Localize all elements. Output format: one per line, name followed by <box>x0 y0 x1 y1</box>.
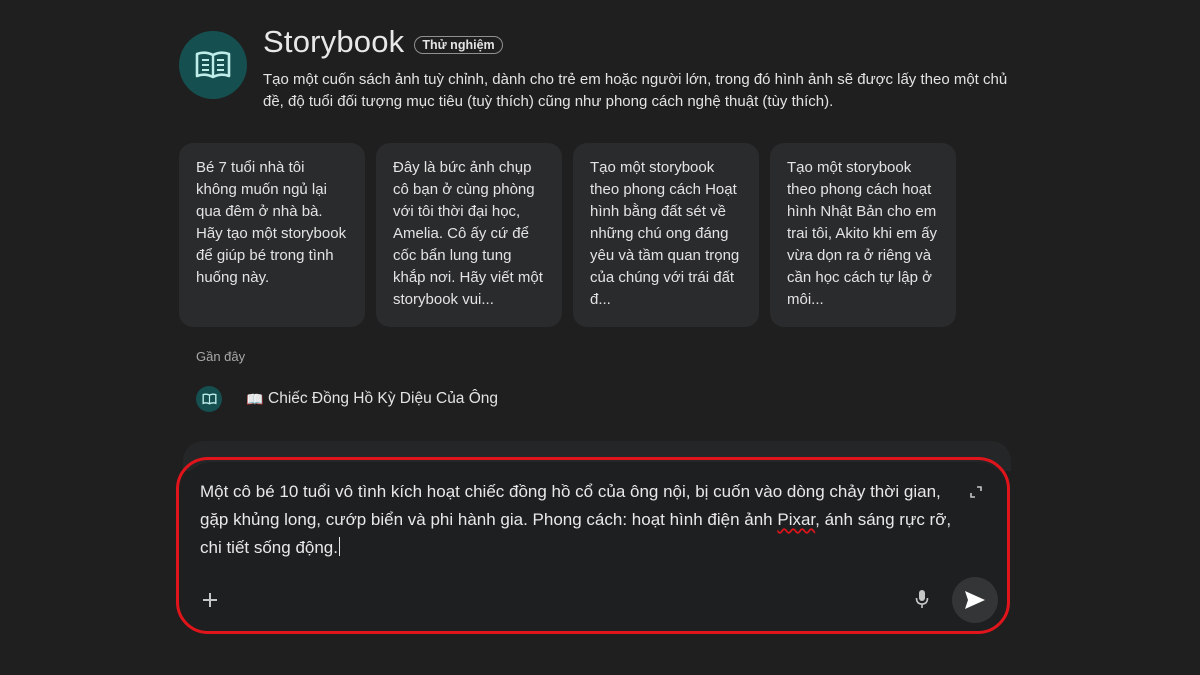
prompt-card[interactable]: Đây là bức ảnh chụp cô bạn ở cùng phòng … <box>376 143 562 327</box>
book-icon <box>195 51 231 79</box>
storybook-gem-page: Storybook Thử nghiệm Tạo một cuốn sách ả… <box>0 0 1200 675</box>
expand-button[interactable] <box>966 482 986 502</box>
expand-icon <box>970 486 982 498</box>
misspelled-word: Pixar <box>777 510 816 529</box>
prompt-card[interactable]: Bé 7 tuổi nhà tôi không muốn ngủ lại qua… <box>179 143 365 327</box>
experimental-badge: Thử nghiệm <box>414 35 503 54</box>
open-book-emoji: 📖 <box>246 390 264 407</box>
recent-item[interactable]: 📖 Chiếc Đồng Hồ Kỳ Diệu Của Ông <box>196 386 498 412</box>
send-button[interactable] <box>952 577 998 623</box>
recent-item-title: Chiếc Đồng Hồ Kỳ Diệu Của Ông <box>268 390 499 407</box>
recent-label: Gần đây <box>196 349 246 364</box>
prompt-suggestions: Bé 7 tuổi nhà tôi không muốn ngủ lại qua… <box>179 143 956 327</box>
page-title: Storybook <box>263 24 405 59</box>
plus-icon <box>203 593 217 607</box>
recent-gem-avatar <box>196 386 222 412</box>
book-icon <box>201 393 217 405</box>
storybook-gem-avatar <box>179 31 247 99</box>
gem-description: Tạo một cuốn sách ảnh tuỳ chỉnh, dành ch… <box>263 71 1008 110</box>
text-caret <box>338 537 340 556</box>
add-attachment-button[interactable] <box>196 586 224 614</box>
title-row: Storybook Thử nghiệm <box>263 24 503 60</box>
send-icon <box>965 591 985 609</box>
microphone-icon <box>915 590 929 608</box>
prompt-card[interactable]: Tạo một storybook theo phong cách Hoạt h… <box>573 143 759 327</box>
prompt-input-text[interactable]: Một cô bé 10 tuổi vô tình kích hoạt chiế… <box>200 478 960 562</box>
microphone-button[interactable] <box>908 585 936 613</box>
prompt-card[interactable]: Tạo một storybook theo phong cách hoạt h… <box>770 143 956 327</box>
